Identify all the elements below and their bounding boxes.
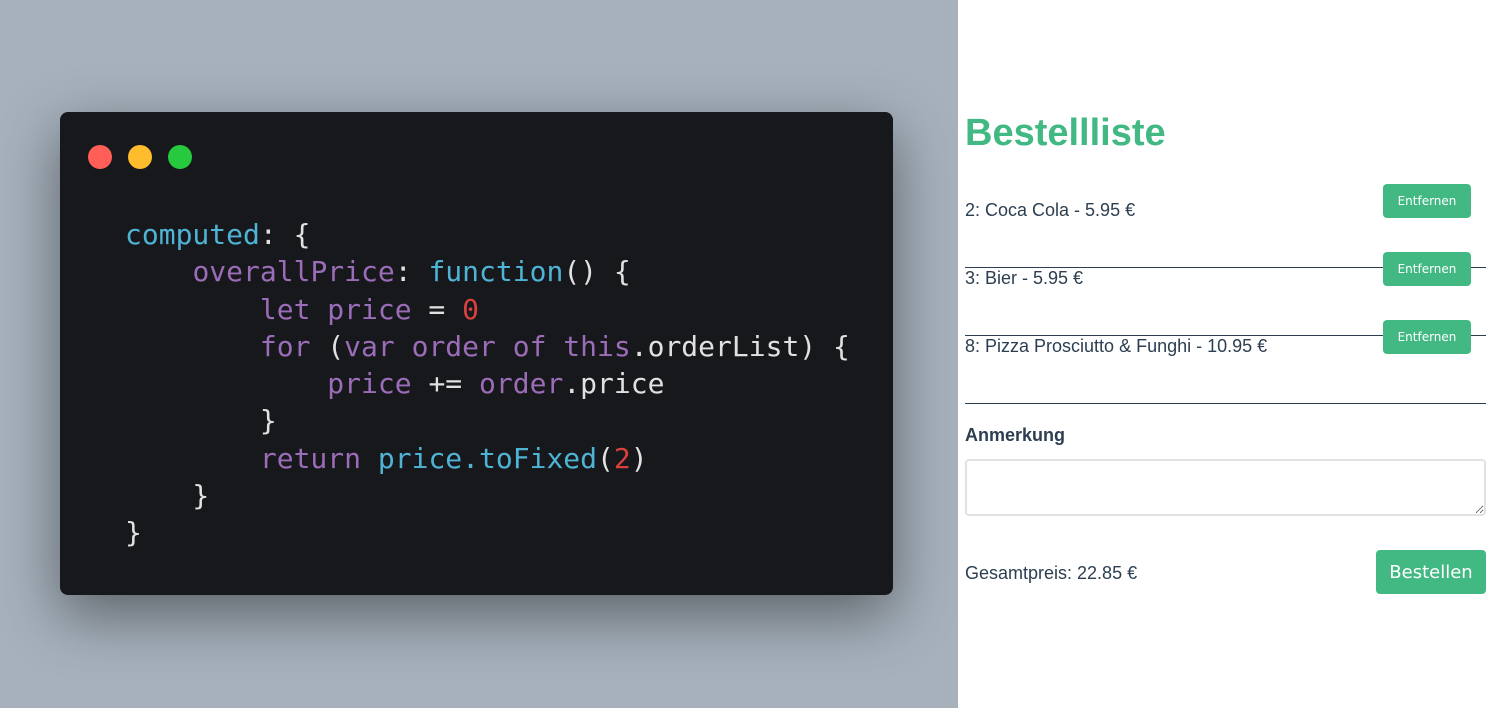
order-item-text: 8: Pizza Prosciutto & Funghi - 10.95 € xyxy=(965,336,1268,356)
code-screenshot-background: computed: { overallPrice: function() { l… xyxy=(0,0,958,708)
code-token: } xyxy=(125,516,142,550)
code-token: () { xyxy=(563,255,631,289)
order-button[interactable]: Bestellen xyxy=(1376,550,1486,594)
code-token: += xyxy=(411,367,480,401)
code-token: price.toFixed xyxy=(377,441,598,475)
code-token: ( xyxy=(310,329,345,363)
code-token: return xyxy=(259,441,362,475)
code-token: 2 xyxy=(613,441,631,475)
order-item-text: 3: Bier - 5.95 € xyxy=(965,268,1084,288)
note-textarea[interactable] xyxy=(965,459,1486,516)
total-price: Gesamtpreis: 22.85 € xyxy=(965,563,1138,583)
code-line: return price.toFixed(2) xyxy=(125,440,850,477)
order-item: 8: Pizza Prosciutto & Funghi - 10.95 € E… xyxy=(965,320,1486,404)
code-line: overallPrice: function() { xyxy=(125,253,850,290)
code-token: function xyxy=(428,255,564,289)
code-token: var order of this xyxy=(344,329,631,363)
code-token: ) xyxy=(630,441,648,475)
code-block: computed: { overallPrice: function() { l… xyxy=(125,216,850,552)
code-line: } xyxy=(125,402,850,439)
code-token: .price xyxy=(563,367,665,401)
code-line: } xyxy=(125,477,850,514)
code-token: price xyxy=(327,367,412,401)
code-window: computed: { overallPrice: function() { l… xyxy=(60,112,893,595)
code-token: 0 xyxy=(462,292,480,326)
code-token: = xyxy=(411,292,463,326)
code-token: .orderList) { xyxy=(630,329,850,363)
code-token: : { xyxy=(259,218,311,251)
remove-button[interactable]: Entfernen xyxy=(1383,252,1471,286)
code-token: for xyxy=(259,329,311,363)
note-label: Anmerkung xyxy=(965,425,1066,445)
order-item-text: 2: Coca Cola - 5.95 € xyxy=(965,200,1136,220)
page-title: Bestellliste xyxy=(965,112,1166,154)
code-token: : xyxy=(394,255,429,289)
code-line: computed: { xyxy=(125,216,850,253)
code-line: for (var order of this.orderList) { xyxy=(125,328,850,365)
code-token: overallPrice xyxy=(192,255,395,289)
remove-button[interactable]: Entfernen xyxy=(1383,184,1471,218)
remove-button[interactable]: Entfernen xyxy=(1383,320,1471,354)
code-line: let price = 0 xyxy=(125,291,850,328)
code-token: let price xyxy=(259,292,412,326)
code-token: order xyxy=(479,367,564,401)
code-token: } xyxy=(125,404,277,438)
code-token: computed xyxy=(125,218,260,251)
code-line: price += order.price xyxy=(125,365,850,402)
maximize-dot-icon xyxy=(168,145,192,169)
code-line: } xyxy=(125,514,850,551)
minimize-dot-icon xyxy=(128,145,152,169)
code-token: ( xyxy=(597,441,614,475)
code-token: } xyxy=(125,479,210,513)
close-dot-icon xyxy=(88,145,112,169)
order-panel: Bestellliste 2: Coca Cola - 5.95 € Entfe… xyxy=(958,0,1498,708)
